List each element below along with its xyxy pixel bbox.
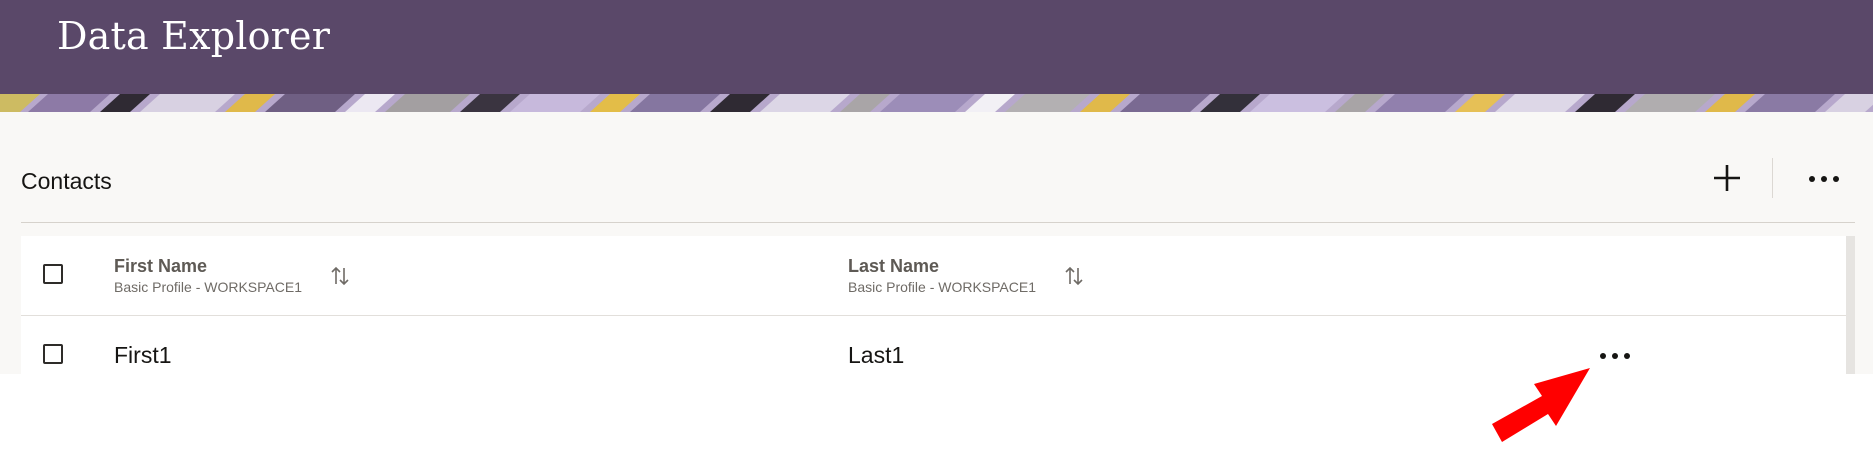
- header-pattern-banner: [0, 94, 1873, 112]
- section-title: Contacts: [21, 168, 112, 194]
- annotation-arrow-icon: [1490, 360, 1600, 444]
- plus-icon: [1712, 163, 1742, 198]
- sort-icon[interactable]: [329, 264, 351, 288]
- sort-icon[interactable]: [1063, 264, 1085, 288]
- cell-first-name: First1: [114, 342, 172, 368]
- table-scrollbar[interactable]: [1846, 236, 1855, 374]
- app-title: Data Explorer: [57, 14, 331, 58]
- row-select-checkbox[interactable]: [43, 344, 63, 364]
- more-actions-button[interactable]: [1800, 156, 1848, 204]
- column-title: First Name: [114, 256, 208, 276]
- select-all-checkbox[interactable]: [43, 264, 63, 284]
- add-contact-button[interactable]: [1703, 156, 1751, 204]
- ellipsis-icon: [1599, 347, 1631, 365]
- contacts-table: First Name Basic Profile - WORKSPACE1 La…: [21, 236, 1846, 374]
- app-header: Data Explorer: [0, 0, 1873, 94]
- ellipsis-icon: [1807, 171, 1841, 189]
- column-subtitle: Basic Profile - WORKSPACE1: [848, 279, 1037, 295]
- column-subtitle: Basic Profile - WORKSPACE1: [114, 279, 303, 295]
- toolbar-divider: [1772, 158, 1773, 198]
- column-header-last-name[interactable]: Last Name Basic Profile - WORKSPACE1: [848, 256, 1036, 296]
- column-title: Last Name: [848, 256, 940, 276]
- section-divider: [21, 222, 1855, 223]
- column-header-first-name[interactable]: First Name Basic Profile - WORKSPACE1: [114, 256, 302, 296]
- header-row-divider: [21, 315, 1846, 316]
- cell-last-name: Last1: [848, 342, 905, 368]
